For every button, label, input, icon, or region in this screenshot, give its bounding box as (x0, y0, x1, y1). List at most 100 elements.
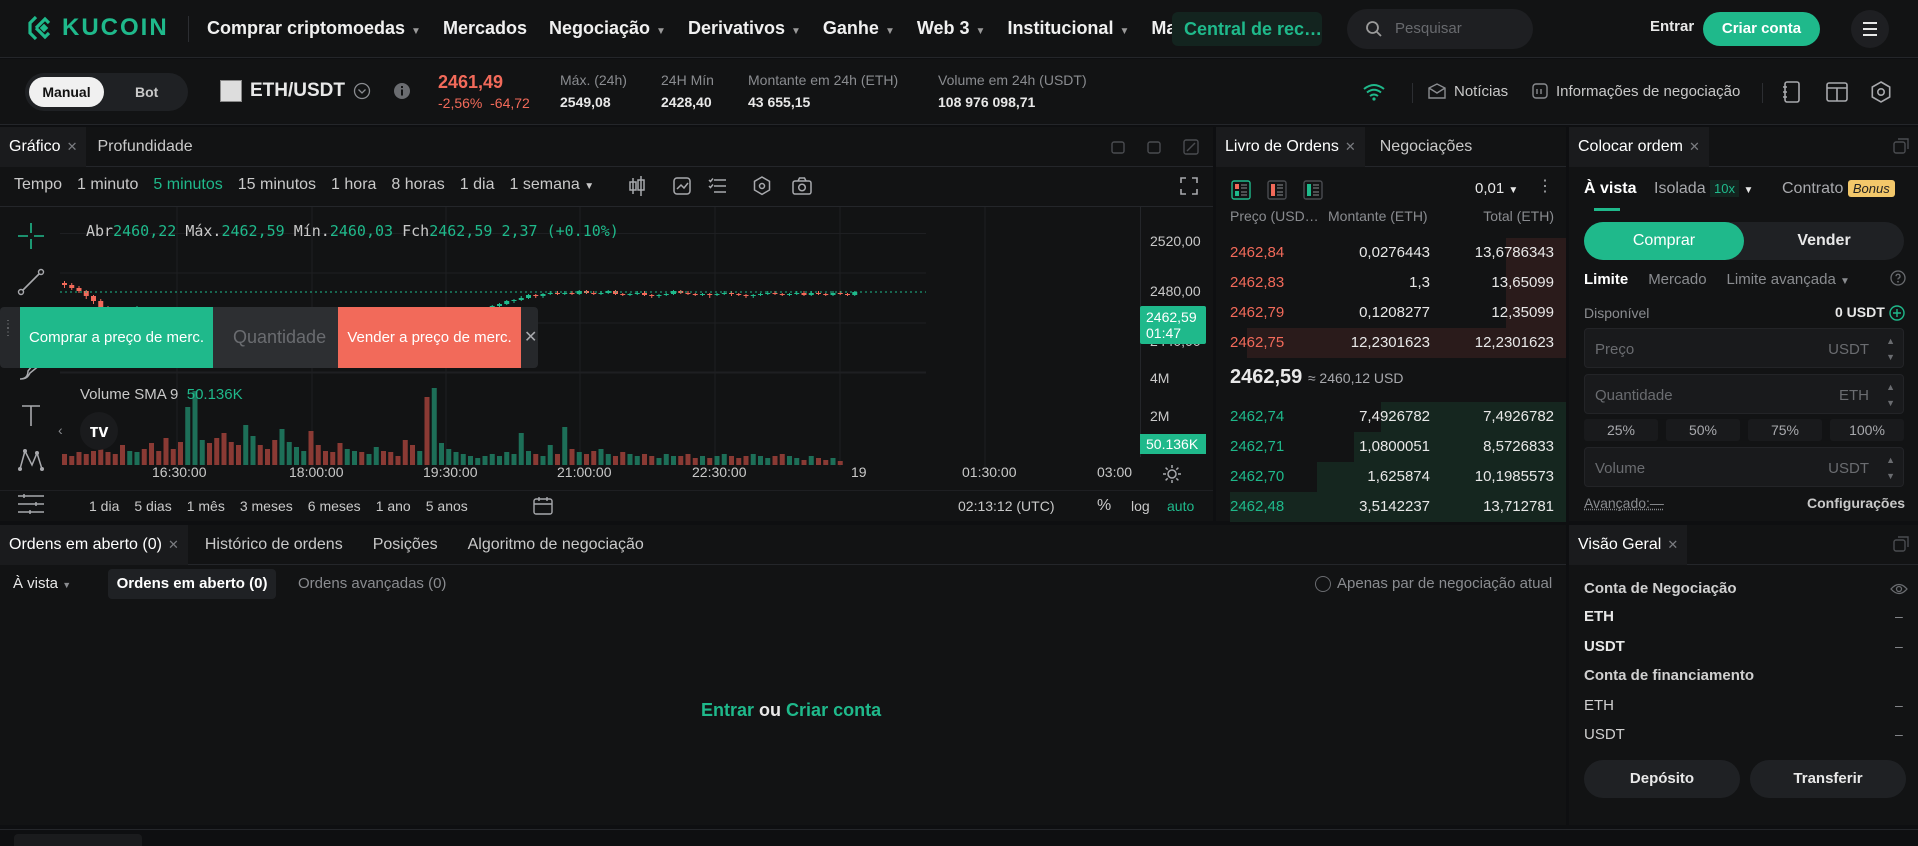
range-3mo[interactable]: 3 meses (240, 498, 293, 514)
range-5y[interactable]: 5 anos (426, 498, 468, 514)
percent-scale-toggle[interactable]: % (1097, 497, 1111, 515)
calendar-range-icon[interactable] (532, 496, 554, 516)
nav-trade[interactable]: Negociação ▼ (549, 18, 666, 39)
panel-window-icons[interactable] (1110, 138, 1206, 156)
nav-institutional[interactable]: Institucional ▼ (1007, 18, 1129, 39)
crosshair-icon[interactable] (16, 221, 46, 251)
settings-icon[interactable] (1870, 81, 1892, 103)
popout-icon[interactable] (1893, 138, 1909, 154)
kucoin-logo[interactable]: KUCOIN (28, 14, 169, 42)
tab-chart[interactable]: Gráfico ✕ (0, 126, 87, 167)
tab-spot[interactable]: À vista (1584, 180, 1636, 198)
range-1d[interactable]: 1 dia (89, 498, 119, 514)
quantity-input[interactable]: Quantidade (213, 307, 338, 368)
deposit-button[interactable]: Depósito (1584, 760, 1740, 798)
type-advanced[interactable]: Limite avançada ▼ (1727, 271, 1850, 288)
log-scale-toggle[interactable]: log (1131, 498, 1150, 514)
tab-trades[interactable]: Negociações (1371, 127, 1482, 167)
bid-row[interactable]: 2462,70 1,625874 10,1985573 (1230, 462, 1566, 492)
login-link[interactable]: Entrar (701, 700, 754, 720)
notebook-icon[interactable] (1782, 81, 1802, 103)
ask-row[interactable]: 2462,84 0,0276443 13,6786343 (1230, 238, 1566, 268)
sell-tab[interactable]: Vender (1744, 222, 1904, 260)
range-1mo[interactable]: 1 mês (187, 498, 225, 514)
tab-contract[interactable]: Contrato Bonus (1782, 180, 1895, 198)
rewards-center-button[interactable]: Central de rec… (1172, 12, 1322, 46)
tab-place-order[interactable]: Colocar ordem ✕ (1569, 126, 1709, 167)
nav-earn[interactable]: Ganhe ▼ (823, 18, 895, 39)
transfer-button[interactable]: Transferir (1750, 760, 1906, 798)
tab-positions[interactable]: Posições (364, 525, 447, 565)
range-1y[interactable]: 1 ano (376, 498, 411, 514)
close-icon[interactable]: ✕ (524, 327, 537, 347)
info-icon[interactable] (393, 82, 411, 100)
type-market[interactable]: Mercado (1648, 271, 1706, 288)
text-tool-icon[interactable] (16, 400, 46, 430)
book-view-icons[interactable] (1231, 180, 1341, 200)
add-circle-icon[interactable] (1889, 305, 1905, 321)
chevron-down-circle-icon[interactable] (353, 82, 371, 100)
chevron-left-icon[interactable]: ‹ (58, 422, 63, 438)
tradingview-logo-icon[interactable]: ᴛᴠ (80, 412, 118, 450)
auto-scale-toggle[interactable]: auto (1167, 498, 1194, 514)
tab-overview[interactable]: Visão Geral ✕ (1569, 524, 1688, 565)
ask-row[interactable]: 2462,83 1,3 13,65099 (1230, 268, 1566, 298)
tf-1h[interactable]: 1 hora (331, 176, 376, 194)
nav-derivatives[interactable]: Derivativos ▼ (688, 18, 801, 39)
settings-gear-icon[interactable] (1162, 464, 1182, 484)
trade-info-link[interactable]: Informações de negociação (1532, 83, 1740, 100)
tf-1m[interactable]: 1 minuto (77, 176, 138, 194)
tab-depth[interactable]: Profundidade (88, 127, 201, 167)
pct-25[interactable]: 25% (1584, 419, 1658, 441)
bid-row[interactable]: 2462,74 7,4926782 7,4926782 (1230, 402, 1566, 432)
pct-75[interactable]: 75% (1748, 419, 1822, 441)
news-link[interactable]: Notícias (1428, 83, 1508, 100)
pair-selector[interactable]: ETH/USDT (220, 80, 411, 102)
advanced-toggle[interactable]: Avançado:— (1584, 495, 1664, 511)
tab-order-history[interactable]: Histórico de ordens (196, 525, 352, 565)
signup-button[interactable]: Criar conta (1703, 12, 1820, 46)
volume-input[interactable]: Volume USDT ▲ ▼ (1584, 447, 1904, 487)
range-5d[interactable]: 5 dias (134, 498, 171, 514)
market-filter[interactable]: À vista ▼ (13, 575, 71, 592)
tf-8h[interactable]: 8 horas (391, 176, 444, 194)
bottom-tab[interactable] (14, 834, 142, 846)
trendline-icon[interactable] (16, 267, 46, 297)
chart-tools-icons[interactable] (628, 174, 828, 198)
pct-50[interactable]: 50% (1666, 419, 1740, 441)
mode-bot[interactable]: Bot (135, 84, 158, 100)
market-buy-button[interactable]: Comprar a preço de merc. (20, 307, 213, 368)
tab-orderbook[interactable]: Livro de Ordens ✕ (1216, 126, 1365, 167)
tab-algo-trading[interactable]: Algoritmo de negociação (459, 525, 653, 565)
tf-1d[interactable]: 1 dia (460, 176, 495, 194)
tab-isolated[interactable]: Isolada 10x ▼ (1654, 180, 1753, 198)
range-6mo[interactable]: 6 meses (308, 498, 361, 514)
quantity-input[interactable]: Quantidade ETH ▲ ▼ (1584, 374, 1904, 414)
tf-5m[interactable]: 5 minutos (153, 176, 222, 194)
search-input[interactable]: Pesquisar (1347, 9, 1533, 49)
price-input[interactable]: Preço USDT ▲ ▼ (1584, 328, 1904, 368)
pattern-icon[interactable] (16, 445, 46, 475)
tf-time[interactable]: Tempo (14, 176, 62, 194)
nav-buy-crypto[interactable]: Comprar criptomoedas ▼ (207, 18, 421, 39)
pct-100[interactable]: 100% (1830, 419, 1904, 441)
bid-row[interactable]: 2462,48 3,5142237 13,712781 (1230, 492, 1566, 522)
layout-icon[interactable] (1826, 82, 1848, 102)
ruler-icon[interactable] (16, 492, 46, 516)
market-sell-button[interactable]: Vender a preço de merc. (338, 307, 521, 368)
utc-clock[interactable]: 02:13:12 (UTC) (958, 498, 1054, 514)
popout-icon[interactable] (1893, 536, 1909, 552)
tf-15m[interactable]: 15 minutos (238, 176, 316, 194)
ask-row[interactable]: 2462,75 12,2301623 12,2301623 (1230, 328, 1566, 358)
tf-1w[interactable]: 1 semana ▼ (510, 176, 595, 194)
settings-link[interactable]: Configurações (1807, 495, 1905, 511)
tab-open-orders[interactable]: Ordens em aberto (0) ✕ (0, 524, 188, 565)
nav-web3[interactable]: Web 3 ▼ (917, 18, 986, 39)
login-button[interactable]: Entrar (1650, 18, 1694, 35)
more-vertical-icon[interactable]: ⋮ (1537, 176, 1553, 196)
mode-switch[interactable]: Manual Bot (25, 73, 188, 111)
signup-link[interactable]: Criar conta (786, 700, 881, 720)
eye-icon[interactable] (1890, 582, 1908, 596)
help-icon[interactable] (1890, 270, 1906, 286)
precision-select[interactable]: 0,01 ▼ (1475, 180, 1518, 197)
